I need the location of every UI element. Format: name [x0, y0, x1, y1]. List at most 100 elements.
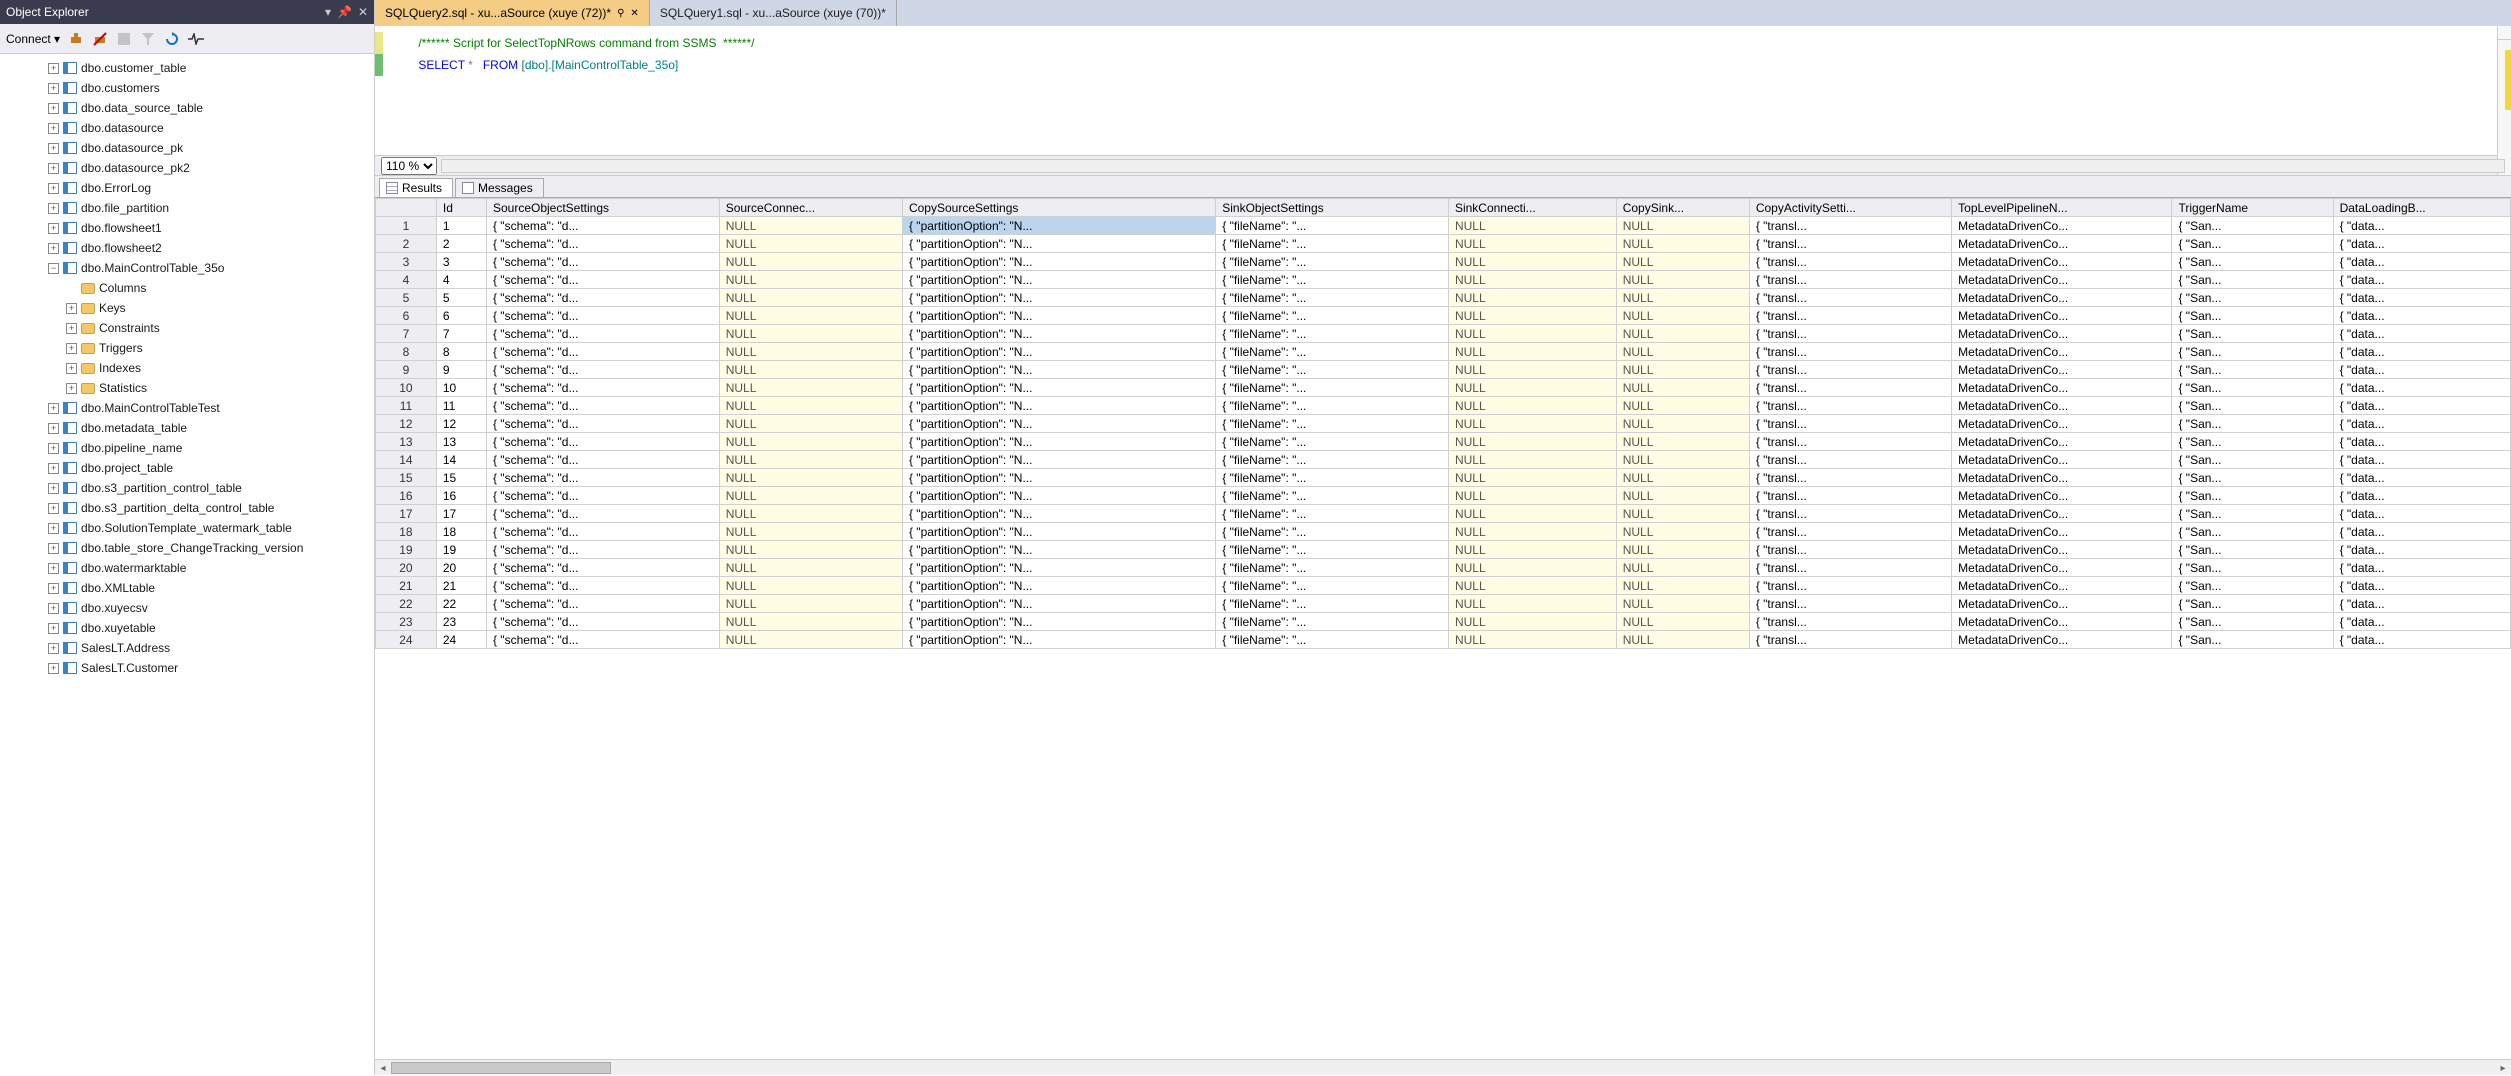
- column-header[interactable]: SinkConnecti...: [1448, 199, 1616, 217]
- cell[interactable]: NULL: [719, 631, 902, 649]
- cell[interactable]: 19: [436, 541, 486, 559]
- cell[interactable]: NULL: [719, 271, 902, 289]
- cell[interactable]: { "schema": "d...: [486, 595, 719, 613]
- cell[interactable]: NULL: [1616, 253, 1749, 271]
- cell[interactable]: 10: [436, 379, 486, 397]
- cell[interactable]: { "data...: [2333, 325, 2510, 343]
- cell[interactable]: 16: [376, 487, 437, 505]
- expander-icon[interactable]: +: [48, 183, 59, 194]
- cell[interactable]: MetadataDrivenCo...: [1952, 271, 2172, 289]
- cell[interactable]: { "San...: [2172, 415, 2333, 433]
- cell[interactable]: 15: [436, 469, 486, 487]
- cell[interactable]: MetadataDrivenCo...: [1952, 595, 2172, 613]
- table-row[interactable]: 2121{ "schema": "d...NULL{ "partitionOpt…: [376, 577, 2511, 595]
- disconnect-server-icon[interactable]: [92, 31, 108, 47]
- cell[interactable]: MetadataDrivenCo...: [1952, 451, 2172, 469]
- cell[interactable]: NULL: [1448, 559, 1616, 577]
- cell[interactable]: 22: [376, 595, 437, 613]
- tree-item[interactable]: +SalesLT.Address: [0, 638, 374, 658]
- cell[interactable]: { "San...: [2172, 289, 2333, 307]
- column-header[interactable]: SourceObjectSettings: [486, 199, 719, 217]
- cell[interactable]: 9: [376, 361, 437, 379]
- expander-icon[interactable]: −: [48, 263, 59, 274]
- cell[interactable]: { "San...: [2172, 541, 2333, 559]
- cell[interactable]: { "transl...: [1749, 613, 1951, 631]
- tree-item[interactable]: +dbo.datasource_pk: [0, 138, 374, 158]
- cell[interactable]: { "partitionOption": "N...: [902, 559, 1215, 577]
- expander-icon[interactable]: +: [48, 623, 59, 634]
- cell[interactable]: MetadataDrivenCo...: [1952, 577, 2172, 595]
- table-row[interactable]: 2424{ "schema": "d...NULL{ "partitionOpt…: [376, 631, 2511, 649]
- cell[interactable]: { "transl...: [1749, 253, 1951, 271]
- cell[interactable]: NULL: [719, 451, 902, 469]
- table-row[interactable]: 1919{ "schema": "d...NULL{ "partitionOpt…: [376, 541, 2511, 559]
- cell[interactable]: NULL: [1616, 343, 1749, 361]
- cell[interactable]: { "schema": "d...: [486, 325, 719, 343]
- expander-icon[interactable]: [66, 283, 77, 294]
- cell[interactable]: NULL: [1448, 217, 1616, 235]
- cell[interactable]: { "transl...: [1749, 361, 1951, 379]
- cell[interactable]: { "schema": "d...: [486, 379, 719, 397]
- cell[interactable]: 20: [436, 559, 486, 577]
- cell[interactable]: { "transl...: [1749, 541, 1951, 559]
- cell[interactable]: { "data...: [2333, 523, 2510, 541]
- tree-item[interactable]: +dbo.pipeline_name: [0, 438, 374, 458]
- cell[interactable]: 19: [376, 541, 437, 559]
- cell[interactable]: { "partitionOption": "N...: [902, 379, 1215, 397]
- cell[interactable]: { "transl...: [1749, 577, 1951, 595]
- cell[interactable]: MetadataDrivenCo...: [1952, 559, 2172, 577]
- cell[interactable]: NULL: [719, 523, 902, 541]
- cell[interactable]: 7: [376, 325, 437, 343]
- connect-server-icon[interactable]: [68, 31, 84, 47]
- tree-item[interactable]: +dbo.customers: [0, 78, 374, 98]
- cell[interactable]: NULL: [1616, 271, 1749, 289]
- cell[interactable]: NULL: [719, 433, 902, 451]
- cell[interactable]: { "transl...: [1749, 379, 1951, 397]
- cell[interactable]: 18: [376, 523, 437, 541]
- cell[interactable]: { "San...: [2172, 523, 2333, 541]
- cell[interactable]: { "partitionOption": "N...: [902, 541, 1215, 559]
- cell[interactable]: NULL: [1616, 451, 1749, 469]
- cell[interactable]: { "fileName": "...: [1216, 235, 1449, 253]
- cell[interactable]: { "schema": "d...: [486, 505, 719, 523]
- expander-icon[interactable]: +: [66, 323, 77, 334]
- cell[interactable]: NULL: [1616, 523, 1749, 541]
- expander-icon[interactable]: +: [48, 523, 59, 534]
- cell[interactable]: { "data...: [2333, 415, 2510, 433]
- tree-item[interactable]: +dbo.xuyecsv: [0, 598, 374, 618]
- cell[interactable]: { "San...: [2172, 487, 2333, 505]
- cell[interactable]: 8: [376, 343, 437, 361]
- cell[interactable]: MetadataDrivenCo...: [1952, 523, 2172, 541]
- cell[interactable]: { "San...: [2172, 379, 2333, 397]
- cell[interactable]: { "San...: [2172, 577, 2333, 595]
- tree-item[interactable]: +Triggers: [0, 338, 374, 358]
- refresh-icon[interactable]: [164, 31, 180, 47]
- column-header[interactable]: TriggerName: [2172, 199, 2333, 217]
- cell[interactable]: { "partitionOption": "N...: [902, 451, 1215, 469]
- cell[interactable]: 11: [436, 397, 486, 415]
- cell[interactable]: NULL: [1616, 469, 1749, 487]
- cell[interactable]: 2: [436, 235, 486, 253]
- cell[interactable]: { "San...: [2172, 217, 2333, 235]
- cell[interactable]: NULL: [719, 541, 902, 559]
- tree-item[interactable]: +Indexes: [0, 358, 374, 378]
- column-header[interactable]: Id: [436, 199, 486, 217]
- cell[interactable]: NULL: [1616, 541, 1749, 559]
- cell[interactable]: { "schema": "d...: [486, 217, 719, 235]
- expander-icon[interactable]: +: [48, 223, 59, 234]
- cell[interactable]: NULL: [1616, 415, 1749, 433]
- cell[interactable]: 12: [376, 415, 437, 433]
- cell[interactable]: { "fileName": "...: [1216, 217, 1449, 235]
- cell[interactable]: { "transl...: [1749, 505, 1951, 523]
- cell[interactable]: { "fileName": "...: [1216, 595, 1449, 613]
- cell[interactable]: { "fileName": "...: [1216, 253, 1449, 271]
- cell[interactable]: NULL: [1448, 397, 1616, 415]
- cell[interactable]: MetadataDrivenCo...: [1952, 361, 2172, 379]
- tree-item[interactable]: +SalesLT.Customer: [0, 658, 374, 678]
- scroll-right-icon[interactable]: ▸: [2495, 1060, 2511, 1076]
- filter-icon[interactable]: [140, 31, 156, 47]
- cell[interactable]: { "San...: [2172, 235, 2333, 253]
- cell[interactable]: NULL: [719, 307, 902, 325]
- cell[interactable]: NULL: [719, 235, 902, 253]
- cell[interactable]: { "schema": "d...: [486, 361, 719, 379]
